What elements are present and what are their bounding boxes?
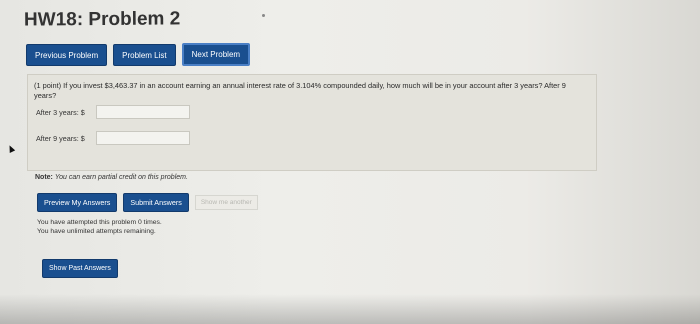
problem-statement: (1 point) If you invest $3,463.37 in an …	[34, 81, 566, 100]
photo-shadow	[0, 294, 700, 324]
note-label: Note:	[35, 174, 53, 181]
past-answers-area: Show Past Answers	[42, 257, 118, 278]
answer-2-label: After 9 years: $	[36, 134, 85, 143]
show-past-answers-button[interactable]: Show Past Answers	[42, 259, 118, 278]
partial-credit-note: Note: You can earn partial credit on thi…	[35, 174, 188, 181]
preview-answers-button[interactable]: Preview My Answers	[37, 193, 118, 212]
attempts-count-text: You have attempted this problem 0 times.	[37, 219, 162, 226]
problem-navigation: Previous Problem Problem List Next Probl…	[26, 43, 251, 66]
problem-list-button[interactable]: Problem List	[113, 44, 176, 66]
attempts-remaining-text: You have unlimited attempts remaining.	[37, 228, 156, 235]
submit-answers-button[interactable]: Submit Answers	[123, 193, 189, 212]
answer-2-input[interactable]	[96, 131, 190, 145]
answer-1-label: After 3 years: $	[36, 108, 85, 117]
attempts-info: You have attempted this problem 0 times.…	[37, 218, 162, 236]
mouse-cursor-icon	[6, 144, 16, 153]
screen-speck	[262, 14, 265, 17]
previous-problem-button[interactable]: Previous Problem	[26, 44, 108, 66]
note-text: You can earn partial credit on this prob…	[54, 174, 188, 181]
page-background: HW18: Problem 2 Previous Problem Problem…	[0, 0, 700, 324]
show-another-button[interactable]: Show me another	[194, 195, 258, 210]
page-title: HW18: Problem 2	[23, 8, 181, 31]
answer-1-input[interactable]	[96, 105, 190, 119]
answer-actions: Preview My Answers Submit Answers Show m…	[37, 193, 258, 212]
problem-box: (1 point) If you invest $3,463.37 in an …	[27, 74, 597, 171]
next-problem-button[interactable]: Next Problem	[181, 43, 251, 66]
